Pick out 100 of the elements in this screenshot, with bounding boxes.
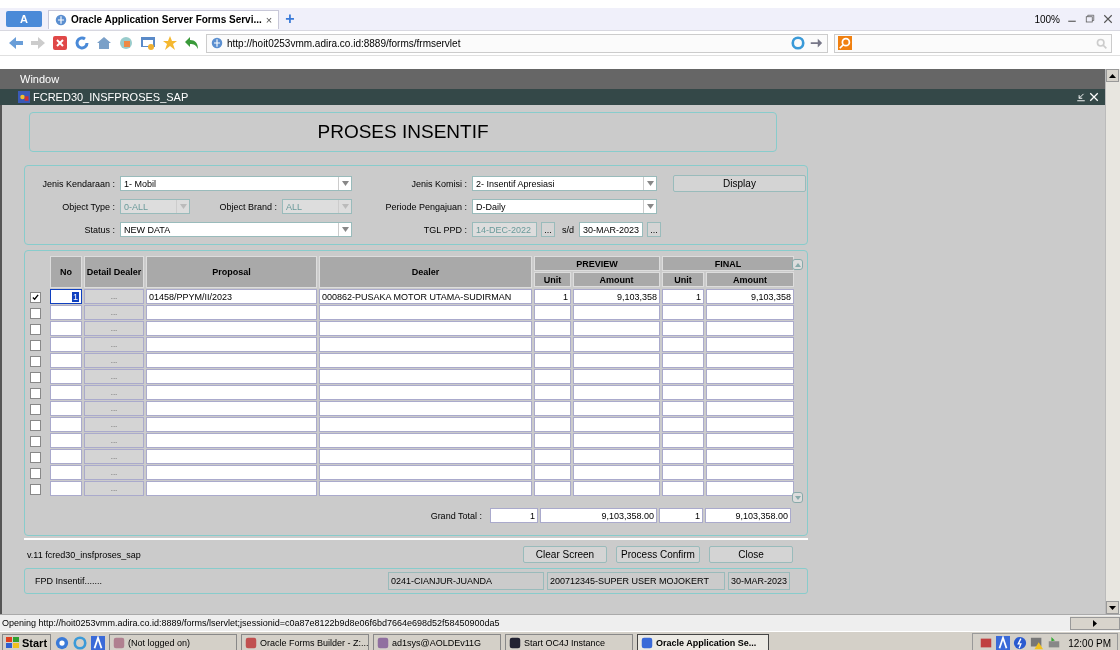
table-cell[interactable] bbox=[706, 337, 794, 352]
table-cell[interactable] bbox=[662, 465, 704, 480]
table-cell[interactable] bbox=[50, 385, 82, 400]
new-tab-button[interactable]: + bbox=[285, 12, 295, 26]
table-cell[interactable] bbox=[573, 465, 660, 480]
table-cell[interactable] bbox=[573, 305, 660, 320]
table-cell[interactable] bbox=[534, 385, 571, 400]
table-cell[interactable] bbox=[146, 337, 317, 352]
table-cell[interactable]: 1 bbox=[662, 289, 704, 304]
table-cell[interactable] bbox=[573, 481, 660, 496]
table-cell[interactable] bbox=[706, 481, 794, 496]
table-cell[interactable]: 9,103,358 bbox=[706, 289, 794, 304]
app-menu-button[interactable]: A bbox=[6, 11, 42, 27]
table-cell[interactable]: 01458/PPYM/II/2023 bbox=[146, 289, 317, 304]
table-cell[interactable] bbox=[146, 481, 317, 496]
display-button[interactable]: Display bbox=[673, 175, 806, 192]
table-cell[interactable] bbox=[146, 449, 317, 464]
minimize-icon[interactable] bbox=[1076, 92, 1086, 102]
table-cell[interactable] bbox=[534, 305, 571, 320]
table-cell[interactable] bbox=[706, 305, 794, 320]
table-cell[interactable] bbox=[706, 417, 794, 432]
row-checkbox[interactable] bbox=[30, 340, 41, 351]
table-cell[interactable] bbox=[50, 433, 82, 448]
row-checkbox[interactable] bbox=[30, 388, 41, 399]
table-cell[interactable] bbox=[662, 449, 704, 464]
table-cell[interactable] bbox=[573, 385, 660, 400]
table-cell[interactable] bbox=[50, 321, 82, 336]
menu-item[interactable]: Window bbox=[20, 73, 60, 85]
row-checkbox[interactable] bbox=[30, 436, 41, 447]
table-cell[interactable] bbox=[662, 385, 704, 400]
table-cell[interactable] bbox=[50, 481, 82, 496]
table-cell[interactable] bbox=[534, 449, 571, 464]
table-cell[interactable] bbox=[662, 353, 704, 368]
detail-button[interactable]: ... bbox=[84, 289, 144, 304]
update-icon[interactable] bbox=[1013, 636, 1028, 650]
table-cell[interactable] bbox=[706, 401, 794, 416]
table-cell[interactable] bbox=[319, 481, 532, 496]
table-cell[interactable] bbox=[319, 465, 532, 480]
table-cell[interactable] bbox=[662, 337, 704, 352]
detail-button[interactable]: ... bbox=[84, 321, 144, 336]
taskbar-item[interactable]: (Not logged on) bbox=[109, 634, 238, 650]
dropdown-field[interactable]: 1- Mobil bbox=[120, 176, 352, 191]
dropdown-field[interactable]: NEW DATA bbox=[120, 222, 352, 237]
table-cell[interactable] bbox=[146, 417, 317, 432]
dropdown-field[interactable]: 2- Insentif Apresiasi bbox=[472, 176, 657, 191]
back-icon[interactable] bbox=[8, 35, 24, 51]
table-cell[interactable] bbox=[706, 369, 794, 384]
reload-icon[interactable] bbox=[74, 35, 90, 51]
table-cell[interactable] bbox=[534, 353, 571, 368]
detail-button[interactable]: ... bbox=[84, 465, 144, 480]
warning-icon[interactable] bbox=[1030, 636, 1045, 650]
row-checkbox[interactable] bbox=[30, 484, 41, 495]
table-cell[interactable] bbox=[534, 417, 571, 432]
detail-button[interactable]: ... bbox=[84, 401, 144, 416]
detail-button[interactable]: ... bbox=[84, 305, 144, 320]
app-icon[interactable] bbox=[996, 636, 1011, 650]
close-icon[interactable] bbox=[1102, 13, 1114, 25]
table-cell[interactable] bbox=[662, 433, 704, 448]
table-cell[interactable] bbox=[319, 321, 532, 336]
go-arrow-icon[interactable] bbox=[809, 36, 823, 50]
table-cell[interactable] bbox=[319, 369, 532, 384]
scroll-up-icon[interactable] bbox=[1106, 69, 1119, 82]
forward-icon[interactable] bbox=[30, 35, 46, 51]
table-cell[interactable] bbox=[319, 401, 532, 416]
address-bar[interactable]: http://hoit0253vmm.adira.co.id:8889/forms/frmservlet bbox=[206, 33, 828, 53]
detail-button[interactable]: ... bbox=[84, 337, 144, 352]
taskbar-item[interactable]: Oracle Application Se... bbox=[637, 634, 770, 650]
star-icon[interactable] bbox=[162, 35, 178, 51]
table-cell[interactable] bbox=[146, 385, 317, 400]
table-cell[interactable] bbox=[146, 353, 317, 368]
row-checkbox[interactable] bbox=[30, 372, 41, 383]
home-icon[interactable] bbox=[96, 35, 112, 51]
action-button[interactable]: Close bbox=[709, 546, 793, 563]
table-cell[interactable] bbox=[50, 449, 82, 464]
table-cell[interactable] bbox=[573, 449, 660, 464]
table-cell[interactable] bbox=[146, 433, 317, 448]
detail-button[interactable]: ... bbox=[84, 385, 144, 400]
table-cell[interactable] bbox=[50, 401, 82, 416]
search-icon[interactable] bbox=[1095, 36, 1108, 50]
date-field[interactable]: 30-MAR-2023 bbox=[579, 222, 643, 237]
scroll-right-icon[interactable] bbox=[1070, 616, 1120, 630]
row-checkbox[interactable] bbox=[30, 356, 41, 367]
table-cell[interactable] bbox=[319, 305, 532, 320]
table-cell[interactable] bbox=[534, 337, 571, 352]
table-cell[interactable] bbox=[534, 369, 571, 384]
table-cell[interactable] bbox=[662, 401, 704, 416]
table-cell[interactable] bbox=[662, 305, 704, 320]
table-cell[interactable] bbox=[146, 369, 317, 384]
table-cell[interactable] bbox=[50, 305, 82, 320]
table-cell[interactable] bbox=[662, 417, 704, 432]
row-checkbox[interactable] bbox=[30, 420, 41, 431]
table-cell[interactable]: 000862-PUSAKA MOTOR UTAMA-SUDIRMAN bbox=[319, 289, 532, 304]
table-cell[interactable] bbox=[706, 353, 794, 368]
restore-icon[interactable] bbox=[1084, 13, 1096, 25]
table-cell[interactable] bbox=[319, 385, 532, 400]
row-checkbox[interactable] bbox=[30, 468, 41, 479]
app-icon[interactable] bbox=[91, 636, 106, 650]
table-cell[interactable] bbox=[662, 481, 704, 496]
detail-button[interactable]: ... bbox=[84, 481, 144, 496]
detail-button[interactable]: ... bbox=[84, 369, 144, 384]
